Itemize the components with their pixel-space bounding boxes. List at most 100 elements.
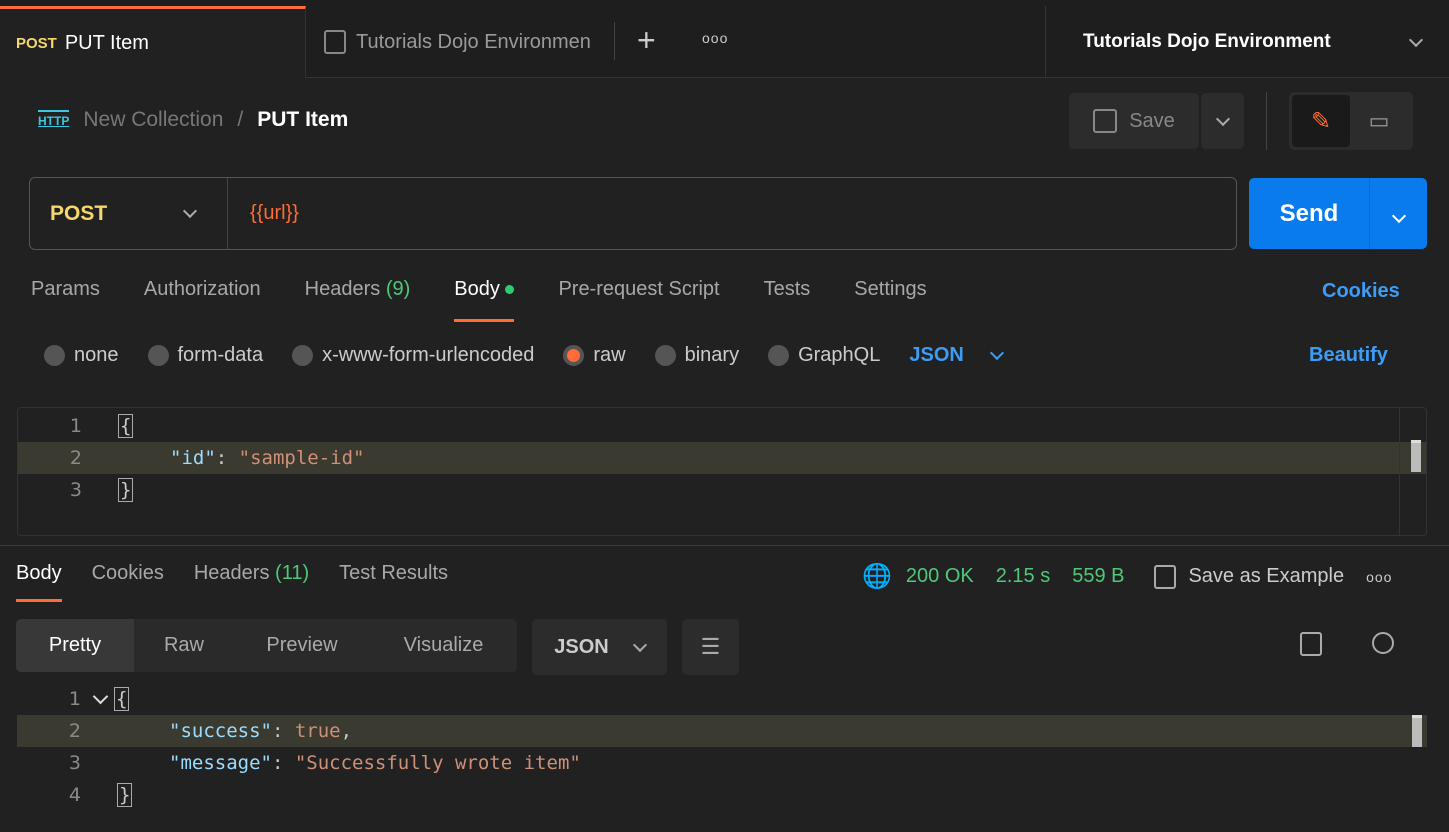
body-format-selector[interactable]: JSON: [909, 344, 1004, 367]
radio-label: form-data: [177, 344, 264, 366]
radio-circle: [44, 345, 65, 366]
radio-circle-selected: [563, 345, 585, 366]
tab-label: Body: [454, 278, 500, 300]
response-size[interactable]: 559 B: [1072, 565, 1124, 588]
code-colon: :: [271, 752, 295, 774]
code-brace: {: [114, 687, 130, 711]
method-label: POST: [50, 201, 108, 225]
line-number: 4: [68, 784, 81, 806]
radio-none[interactable]: none: [44, 344, 119, 367]
tab-label: Tutorials Dojo Environmen: [356, 30, 591, 53]
code-key: "id": [170, 447, 216, 469]
more-options-icon[interactable]: ooo: [1366, 569, 1392, 585]
url-input[interactable]: {{url}}: [250, 202, 1236, 225]
tab-tests[interactable]: Tests: [764, 278, 811, 322]
format-label: JSON: [909, 344, 964, 366]
search-icon[interactable]: [1372, 632, 1394, 654]
chevron-down-icon: [1408, 32, 1424, 47]
scrollbar-thumb[interactable]: [1411, 440, 1421, 472]
wrap-lines-icon[interactable]: ☰: [682, 619, 739, 675]
radio-circle: [147, 345, 169, 366]
code-brace: }: [117, 783, 133, 807]
scrollbar-track[interactable]: [1399, 408, 1400, 535]
request-body-editor[interactable]: 1 { 2 "id": "sample-id" 3}: [17, 407, 1427, 536]
radio-label: none: [74, 344, 119, 366]
globe-lock-icon[interactable]: 🌐: [862, 562, 892, 591]
http-icon: HTTP: [38, 110, 70, 130]
headers-count: (9): [385, 278, 411, 300]
response-tab-body[interactable]: Body: [16, 562, 62, 602]
code-value: "Successfully wrote item": [294, 752, 581, 774]
send-button[interactable]: Send: [1249, 178, 1427, 249]
fold-chevron-icon[interactable]: [92, 688, 109, 704]
chevron-down-icon: [1215, 111, 1230, 126]
code-value: "sample-id": [238, 447, 365, 469]
status-code[interactable]: 200 OK: [906, 565, 974, 588]
chevron-down-icon: [632, 637, 647, 652]
tab-settings[interactable]: Settings: [854, 278, 926, 322]
copy-icon[interactable]: [1300, 632, 1322, 656]
code-brace: {: [118, 414, 134, 438]
tab-params[interactable]: Params: [31, 278, 100, 322]
code-colon: :: [215, 447, 239, 469]
edit-pencil-icon[interactable]: ✎: [1292, 95, 1350, 147]
save-options-button[interactable]: [1201, 93, 1244, 149]
view-visualize[interactable]: Visualize: [370, 634, 517, 657]
code-value: true: [294, 720, 341, 742]
breadcrumb-collection[interactable]: New Collection: [83, 108, 223, 132]
scrollbar-thumb[interactable]: [1412, 715, 1422, 747]
response-body-viewer[interactable]: 1 { 2 "success": true, 3 "message": "Succes…: [17, 683, 1427, 832]
code-colon: :: [271, 720, 295, 742]
body-active-dot: [505, 285, 515, 295]
tab-put-item[interactable]: POST PUT Item: [0, 6, 306, 78]
beautify-button[interactable]: Beautify: [1309, 344, 1388, 367]
radio-label: raw: [593, 344, 626, 366]
line-number: 1: [69, 415, 82, 437]
tab-authorization[interactable]: Authorization: [144, 278, 261, 322]
response-time[interactable]: 2.15 s: [996, 565, 1050, 588]
environment-selector[interactable]: Tutorials Dojo Environment: [1045, 6, 1449, 78]
save-button[interactable]: Save: [1069, 93, 1199, 149]
view-raw[interactable]: Raw: [134, 634, 234, 657]
view-pretty[interactable]: Pretty: [16, 619, 134, 672]
code-brace: }: [118, 478, 134, 502]
method-selector[interactable]: POST: [30, 178, 228, 249]
save-as-example-button[interactable]: Save as Example: [1154, 564, 1345, 589]
breadcrumb-request: PUT Item: [257, 108, 349, 131]
tab-headers[interactable]: Headers (9): [305, 278, 411, 322]
response-format-selector[interactable]: JSON: [532, 619, 667, 675]
send-options-chevron-icon[interactable]: [1370, 200, 1427, 228]
line-number: 3: [68, 752, 81, 774]
save-example-label: Save as Example: [1188, 565, 1345, 587]
response-tab-cookies[interactable]: Cookies: [92, 562, 164, 602]
line-number: 2: [69, 447, 82, 469]
tab-pre-request-script[interactable]: Pre-request Script: [558, 278, 719, 322]
radio-binary[interactable]: binary: [654, 344, 739, 367]
radio-label: GraphQL: [798, 344, 881, 366]
response-tab-headers[interactable]: Headers (11): [194, 562, 309, 602]
tab-label: Headers: [193, 562, 270, 584]
view-preview[interactable]: Preview: [234, 634, 370, 657]
more-tabs-icon[interactable]: ooo: [702, 30, 728, 46]
tab-environment[interactable]: Tutorials Dojo Environmen: [306, 6, 616, 78]
code-comma: ,: [340, 720, 353, 742]
headers-count: (11): [275, 562, 310, 584]
line-number: 3: [69, 479, 82, 501]
new-tab-plus-icon[interactable]: +: [637, 24, 656, 56]
tab-body[interactable]: Body: [454, 278, 515, 322]
chevron-down-icon: [989, 345, 1004, 361]
response-tab-test-results[interactable]: Test Results: [339, 562, 448, 602]
pane-divider[interactable]: [0, 545, 1449, 546]
radio-urlencoded[interactable]: x-www-form-urlencoded: [292, 344, 534, 367]
radio-form-data[interactable]: form-data: [147, 344, 264, 367]
radio-graphql[interactable]: GraphQL: [768, 344, 880, 367]
comments-icon[interactable]: ▭: [1350, 95, 1408, 147]
radio-raw[interactable]: raw: [563, 344, 626, 367]
divider: [1266, 92, 1267, 150]
radio-label: x-www-form-urlencoded: [322, 344, 535, 366]
breadcrumb-separator: /: [237, 108, 244, 131]
cookies-link[interactable]: Cookies: [1322, 280, 1400, 303]
tab-label: Headers: [304, 278, 381, 300]
divider: [614, 22, 615, 60]
format-label: JSON: [554, 635, 609, 658]
